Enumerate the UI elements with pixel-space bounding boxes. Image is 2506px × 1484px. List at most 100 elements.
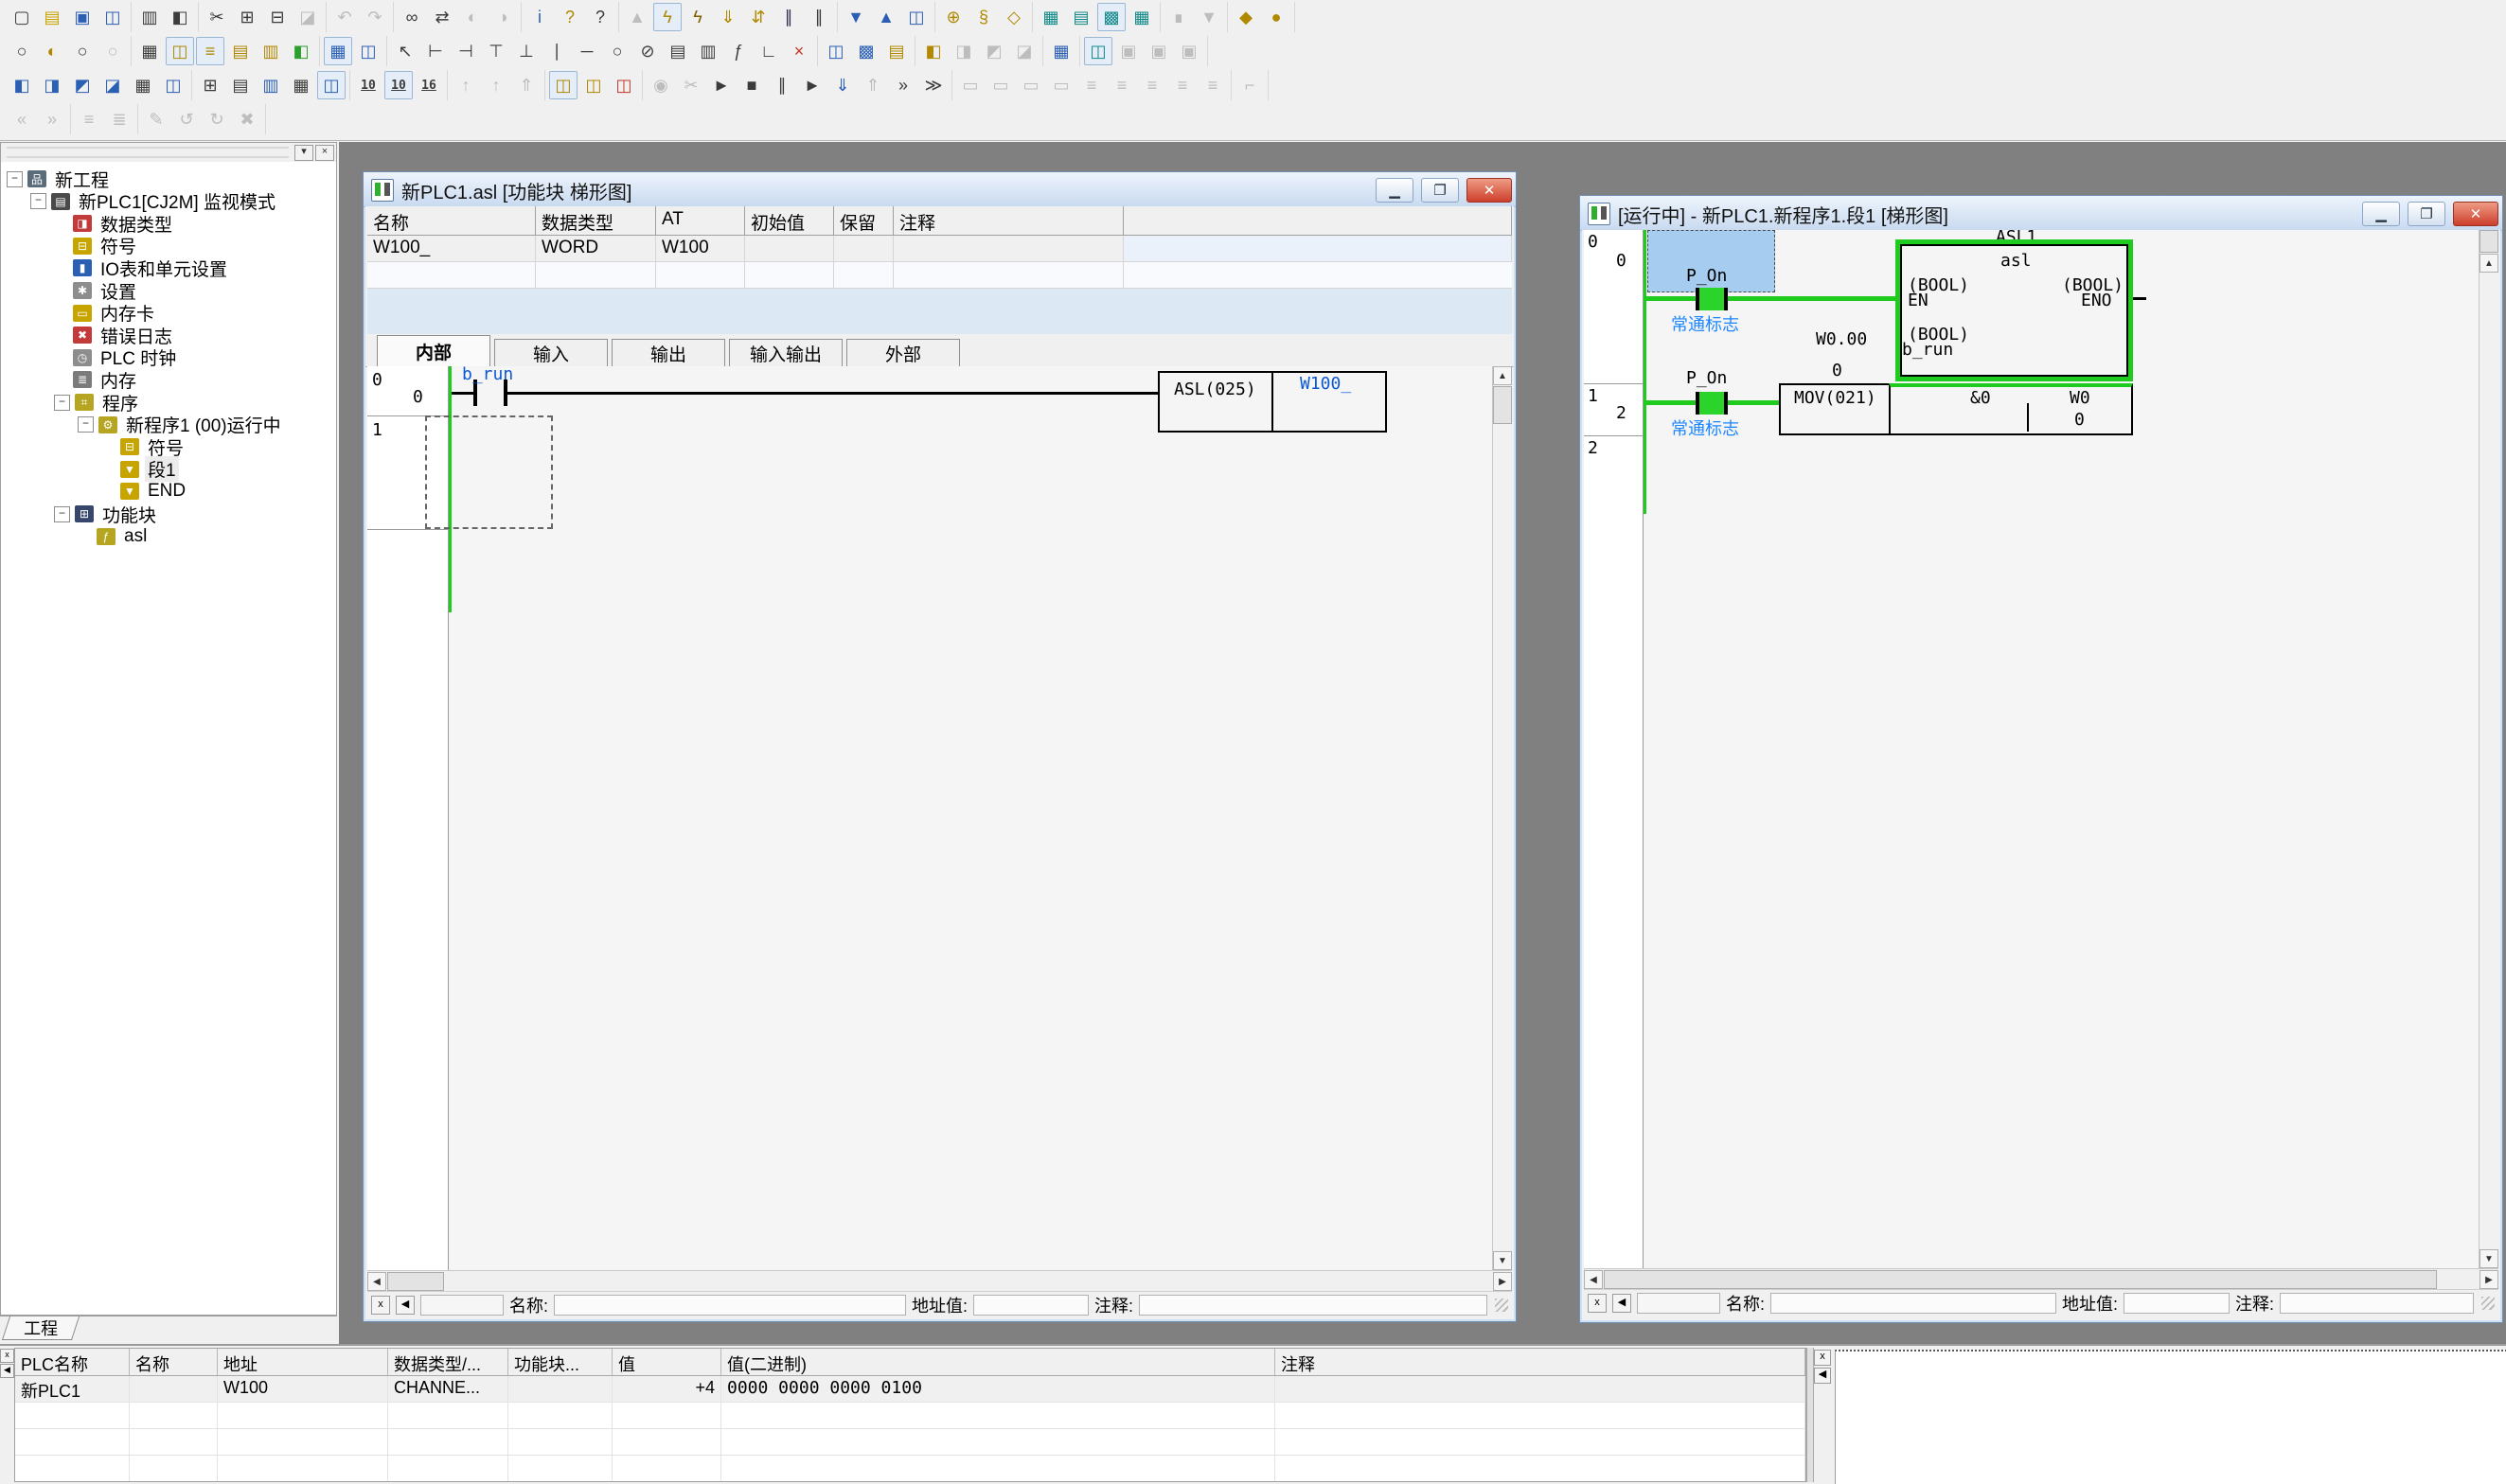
online-edit-stop-icon[interactable]: ◫ (610, 71, 638, 99)
scroll-right-button[interactable]: ▶ (1493, 1272, 1512, 1291)
watch-row[interactable]: 新PLC1W100CHANNE...+40000 0000 0000 0100 (15, 1376, 1805, 1403)
variable-cell-empty[interactable] (536, 262, 656, 288)
tree-item-asl[interactable]: ƒasl (78, 525, 150, 548)
tree-item-内存[interactable]: ≣内存 (54, 368, 139, 391)
tree-item-label[interactable]: 功能块 (99, 502, 159, 527)
watch-sheet-icon[interactable]: ▥ (257, 71, 285, 99)
tree-item-label[interactable]: 段1 (145, 456, 179, 482)
contact-label[interactable]: b_run (462, 366, 513, 384)
watch-cell-empty[interactable] (15, 1403, 130, 1428)
watch-cell-empty[interactable] (721, 1403, 1275, 1428)
compile-task-icon[interactable]: ▤ (882, 37, 911, 65)
work-online-icon[interactable]: ϟ (653, 3, 682, 31)
watch-column-功能块...[interactable]: 功能块... (508, 1349, 613, 1375)
tree-expander-icon[interactable]: − (54, 506, 70, 522)
scroll-thumb[interactable] (387, 1272, 444, 1291)
tree-item-错误日志[interactable]: ✖错误日志 (54, 324, 175, 346)
tree-item-END[interactable]: ▼END (101, 480, 188, 503)
resize-grip[interactable] (1495, 1298, 1508, 1312)
watch-output-pane[interactable] (1835, 1350, 2506, 1484)
stop-mode-icon[interactable]: ■ (738, 71, 766, 99)
watch-cell-empty[interactable] (388, 1429, 508, 1455)
column-header-初始值[interactable]: 初始值 (745, 206, 834, 235)
tree-item-新程序1 (00)运行中[interactable]: −⚙新程序1 (00)运行中 (78, 414, 284, 436)
symbol-table-icon[interactable]: ▤ (226, 71, 255, 99)
watch-cell[interactable]: 0000 0000 0000 0100 (721, 1376, 1275, 1402)
fb-library-icon[interactable]: ⊕ (939, 3, 968, 31)
contact-p-on[interactable] (1696, 288, 1728, 310)
next-window-icon[interactable]: ◫ (159, 71, 187, 99)
watch-row-empty[interactable] (15, 1456, 1805, 1482)
watch-splitter[interactable] (1806, 1348, 1814, 1482)
column-header-名称[interactable]: 名称 (367, 206, 536, 235)
run-ladder-titlebar[interactable]: [运行中] - 新PLC1.新程序1.段1 [梯形图] ▁ ❐ ✕ (1580, 196, 2502, 231)
online-edit-transfer-icon[interactable]: ◫ (579, 71, 608, 99)
transfer-verify-icon[interactable]: ⇵ (744, 3, 773, 31)
watch-column-PLC名称[interactable]: PLC名称 (15, 1349, 130, 1375)
protect-lock-icon[interactable]: ◆ (1232, 3, 1260, 31)
watch-cell-empty[interactable] (721, 1456, 1275, 1481)
tree-item-PLC 时钟[interactable]: ◷PLC 时钟 (54, 346, 179, 369)
step-into-icon[interactable]: ⇓ (828, 71, 857, 99)
restore-button[interactable]: ❐ (1421, 178, 1459, 203)
name-field[interactable] (554, 1295, 906, 1316)
minimize-button[interactable]: ▁ (1376, 178, 1413, 203)
variable-cell[interactable] (894, 236, 1124, 261)
horizontal-line-icon[interactable]: ─ (573, 37, 601, 65)
paste-icon[interactable]: ⊟ (263, 3, 292, 31)
step-run-icon[interactable]: ► (798, 71, 826, 99)
watch-cell[interactable] (130, 1376, 218, 1402)
variable-cell[interactable]: WORD (536, 236, 656, 261)
watch-cell-empty[interactable] (15, 1429, 130, 1455)
reset-instr-icon[interactable]: ▥ (694, 37, 722, 65)
scroll-thumb[interactable] (1493, 386, 1512, 424)
variable-cell-empty[interactable] (745, 262, 834, 288)
replace-icon[interactable]: ⇄ (428, 3, 456, 31)
restore-button[interactable]: ❐ (2408, 202, 2445, 226)
tree-item-符号[interactable]: ⊟符号 (54, 235, 139, 257)
contact-p-on-rung1[interactable] (1696, 392, 1728, 415)
run-ladder-hscrollbar[interactable]: ◀ ▶ (1584, 1268, 2498, 1290)
cut-icon[interactable]: ✂ (203, 3, 231, 31)
variable-cell[interactable]: W100_ (367, 236, 536, 261)
rung-annotation-icon[interactable]: ▤ (226, 37, 255, 65)
contact-or-no-icon[interactable]: ⊤ (482, 37, 510, 65)
cascade-windows-icon[interactable]: ◧ (8, 71, 36, 99)
continuous-run-icon[interactable]: » (889, 71, 917, 99)
tab-inout[interactable]: 输入输出 (729, 339, 843, 366)
watch-cell-empty[interactable] (388, 1403, 508, 1428)
tab-external[interactable]: 外部 (846, 339, 960, 366)
plc-settings-icon[interactable]: ▤ (1067, 3, 1095, 31)
watch-column-值(二进制)[interactable]: 值(二进制) (721, 1349, 1275, 1375)
scroll-up-button[interactable]: ▲ (2479, 254, 2498, 273)
scroll-thumb[interactable] (1604, 1270, 2437, 1289)
mov-operand-box[interactable] (1889, 383, 2133, 435)
zoom-in-icon[interactable]: ○ (68, 37, 97, 65)
program-check-icon[interactable]: ◫ (822, 37, 850, 65)
about-icon[interactable]: i (525, 3, 554, 31)
tile-horizontal-icon[interactable]: ◨ (38, 71, 66, 99)
address-value-field[interactable] (2124, 1293, 2230, 1314)
online-edit-begin-icon[interactable]: ◧ (919, 37, 948, 65)
watch-cell-empty[interactable] (508, 1429, 613, 1455)
tab-input[interactable]: 输入 (494, 339, 608, 366)
run-mode-icon[interactable]: ► (707, 71, 736, 99)
radix-signed-decimal-icon[interactable]: 10 (384, 71, 413, 99)
watch-cell-empty[interactable] (130, 1456, 218, 1481)
fb-protect-icon[interactable]: ◇ (1000, 3, 1028, 31)
tree-item-功能块[interactable]: −⊞功能块 (54, 503, 159, 525)
io-table-icon[interactable]: ▦ (1037, 3, 1065, 31)
print-icon[interactable]: ▥ (135, 3, 164, 31)
watch-cell-empty[interactable] (130, 1429, 218, 1455)
watch-cell[interactable]: W100 (218, 1376, 388, 1402)
radix-decimal-icon[interactable]: 10 (354, 71, 382, 99)
watch-cell-empty[interactable] (15, 1456, 130, 1481)
mov-source-operand[interactable]: &0 (1970, 388, 1991, 408)
zoom-tool-icon[interactable]: ○ (8, 37, 36, 65)
scan-run-icon[interactable]: ≫ (919, 71, 948, 99)
previous-window-icon[interactable]: ▦ (129, 71, 157, 99)
online-edit-icon[interactable]: ◫ (549, 71, 578, 99)
tree-item-内存卡[interactable]: ▭内存卡 (54, 302, 157, 325)
variable-cell-empty[interactable] (656, 262, 745, 288)
watch-cell-empty[interactable] (613, 1403, 721, 1428)
